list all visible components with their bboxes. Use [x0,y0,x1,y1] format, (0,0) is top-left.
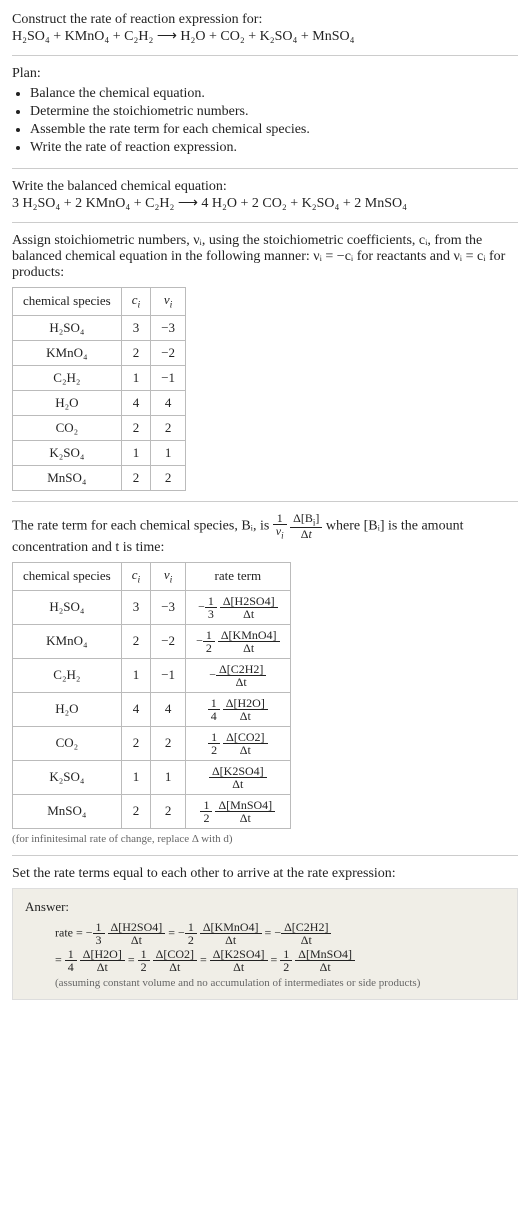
table-row: CO₂ 2 2 12 Δ[CO2]Δt [13,726,291,760]
plan-heading: Plan: [12,66,518,82]
section-rate: The rate term for each chemical species,… [12,512,518,856]
col-rate: rate term [186,562,291,590]
col-c: ci [121,562,151,590]
rate-cell: −Δ[C2H2]Δt [186,658,291,692]
rate-cell: 12 Δ[CO2]Δt [186,726,291,760]
table-row: C₂H₂ 1 −1 −Δ[C2H2]Δt [13,658,291,692]
section-stoich: Assign stoichiometric numbers, νᵢ, using… [12,233,518,502]
table-row: H₂SO₄3−3 [13,315,186,340]
table-header-row: chemical species ci νi rate term [13,562,291,590]
table-row: K₂SO₄ 1 1 Δ[K2SO4]Δt [13,760,291,794]
table-row: H₂SO₄ 3 −3 −13 Δ[H2SO4]Δt [13,590,291,624]
col-c: ci [121,288,151,316]
rate-cell: Δ[K2SO4]Δt [186,760,291,794]
rate-fraction-1: 1νi [273,512,287,540]
plan-item: Write the rate of reaction expression. [30,140,518,156]
table-row: C₂H₂1−1 [13,365,186,390]
rate-table: chemical species ci νi rate term H₂SO₄ 3… [12,562,291,829]
rate-cell: 12 Δ[MnSO4]Δt [186,794,291,828]
table-row: MnSO₄ 2 2 12 Δ[MnSO4]Δt [13,794,291,828]
rate-expression-line1: rate = −13 Δ[H2SO4]Δt = −12 Δ[KMnO4]Δt =… [55,921,505,946]
table-row: CO₂22 [13,415,186,440]
rate-cell: −13 Δ[H2SO4]Δt [186,590,291,624]
table-row: MnSO₄22 [13,465,186,490]
plan-list: Balance the chemical equation. Determine… [12,86,518,156]
col-species: chemical species [13,288,122,316]
unbalanced-equation: H₂SO₄ + KMnO₄ + C₂H₂ ⟶ H₂O + CO₂ + K₂SO₄… [12,28,518,45]
rate-expression-line2: = 14 Δ[H2O]Δt = 12 Δ[CO2]Δt = Δ[K2SO4]Δt… [55,948,505,973]
construct-label: Construct the rate of reaction expressio… [12,12,518,28]
plan-item: Determine the stoichiometric numbers. [30,104,518,120]
section-construct: Construct the rate of reaction expressio… [12,12,518,56]
col-v: νi [151,562,186,590]
table-row: H₂O44 [13,390,186,415]
rate-fraction-2: Δ[Bi]Δt [290,512,322,540]
col-v: νi [151,288,186,316]
answer-box: Answer: rate = −13 Δ[H2SO4]Δt = −12 Δ[KM… [12,888,518,1000]
table-row: H₂O 4 4 14 Δ[H2O]Δt [13,692,291,726]
section-final: Set the rate terms equal to each other t… [12,866,518,1000]
table-row: KMnO₄2−2 [13,340,186,365]
rate-cell: −12 Δ[KMnO4]Δt [186,624,291,658]
balanced-heading: Write the balanced chemical equation: [12,179,518,195]
stoich-intro: Assign stoichiometric numbers, νᵢ, using… [12,233,518,281]
section-plan: Plan: Balance the chemical equation. Det… [12,66,518,169]
table-row: K₂SO₄11 [13,440,186,465]
rate-intro: The rate term for each chemical species,… [12,512,518,556]
table-header-row: chemical species ci νi [13,288,186,316]
table-row: KMnO₄ 2 −2 −12 Δ[KMnO4]Δt [13,624,291,658]
final-heading: Set the rate terms equal to each other t… [12,866,518,882]
answer-assumption: (assuming constant volume and no accumul… [55,977,505,989]
balanced-equation: 3 H₂SO₄ + 2 KMnO₄ + C₂H₂ ⟶ 4 H₂O + 2 CO₂… [12,195,518,212]
col-species: chemical species [13,562,122,590]
answer-label: Answer: [25,899,505,915]
plan-item: Balance the chemical equation. [30,86,518,102]
plan-item: Assemble the rate term for each chemical… [30,122,518,138]
rate-cell: 14 Δ[H2O]Δt [186,692,291,726]
stoich-table: chemical species ci νi H₂SO₄3−3 KMnO₄2−2… [12,287,186,491]
section-balanced: Write the balanced chemical equation: 3 … [12,179,518,223]
rate-note: (for infinitesimal rate of change, repla… [12,833,518,845]
